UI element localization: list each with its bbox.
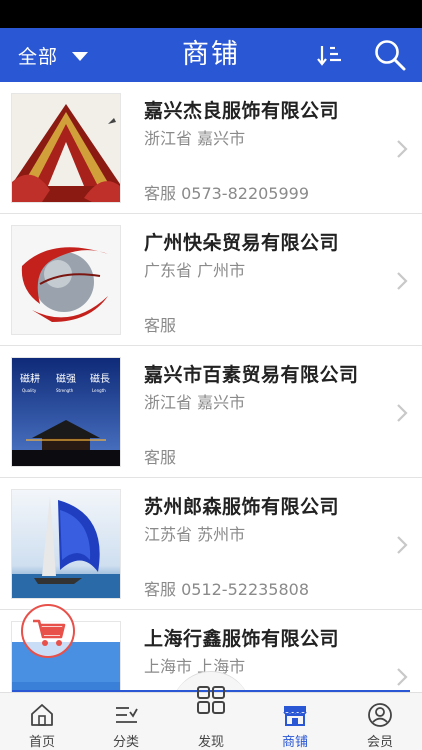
shop-name: 苏州郎森服饰有限公司 xyxy=(144,496,340,518)
tab-label: 发现 xyxy=(197,735,224,750)
shop-list-item[interactable]: 磁耕 磁强 磁長 Quality Strength Length 嘉兴市百素贸易… xyxy=(0,346,422,478)
chevron-right-icon xyxy=(397,668,408,686)
tab-shops[interactable]: 商铺 xyxy=(253,693,337,750)
thumb-text: 磁耕 xyxy=(20,372,40,385)
shop-icon xyxy=(283,706,307,726)
caret-down-icon xyxy=(72,51,89,61)
thumb-text: Length xyxy=(92,388,106,393)
region-filter-dropdown[interactable]: 全部 xyxy=(18,28,89,82)
shop-list-item[interactable]: 苏州郎森服饰有限公司 江苏省 苏州市 客服 0512-52235808 xyxy=(0,478,422,610)
shop-list: 嘉兴杰良服饰有限公司 浙江省 嘉兴市 客服 0573-82205999 广州快朵… xyxy=(0,82,422,692)
thumb-text: Quality xyxy=(22,388,37,393)
search-icon[interactable] xyxy=(373,38,407,72)
shop-location: 江苏省 苏州市 xyxy=(144,525,246,544)
thumb-text: Strength xyxy=(56,388,74,393)
shop-location: 浙江省 嘉兴市 xyxy=(144,129,246,148)
thumb-text: 磁强 xyxy=(56,372,76,385)
tab-label: 首页 xyxy=(28,735,55,750)
shop-service-phone[interactable]: 客服 xyxy=(144,312,176,336)
shop-thumbnail xyxy=(11,489,121,599)
shop-location: 浙江省 嘉兴市 xyxy=(144,393,246,412)
tab-discover[interactable]: 发现 xyxy=(169,686,253,750)
grid-icon xyxy=(197,686,225,714)
shop-list-item[interactable]: 广州快朵贸易有限公司 广东省 广州市 客服 xyxy=(0,214,422,346)
member-icon xyxy=(368,703,392,727)
shop-thumbnail: 磁耕 磁强 磁長 Quality Strength Length xyxy=(11,357,121,467)
shop-service-phone[interactable]: 客服 0573-82205999 xyxy=(144,180,309,204)
tab-label: 分类 xyxy=(112,735,139,750)
shop-service-phone[interactable]: 客服 0512-52235808 xyxy=(144,576,309,600)
home-icon xyxy=(31,704,53,726)
shop-list-item[interactable]: 嘉兴杰良服饰有限公司 浙江省 嘉兴市 客服 0573-82205999 xyxy=(0,82,422,214)
chevron-right-icon xyxy=(397,272,408,290)
top-navbar: 全部 商铺 xyxy=(0,28,422,82)
tab-label: 会员 xyxy=(366,735,393,750)
status-bar xyxy=(0,0,422,28)
category-icon xyxy=(116,707,138,723)
chevron-right-icon xyxy=(397,140,408,158)
chevron-right-icon xyxy=(397,536,408,554)
shop-name: 广州快朵贸易有限公司 xyxy=(144,232,340,254)
tab-member[interactable]: 会员 xyxy=(338,693,422,750)
shop-thumbnail xyxy=(11,93,121,203)
cart-icon xyxy=(33,619,66,646)
shop-name: 嘉兴市百素贸易有限公司 xyxy=(144,364,359,386)
sort-icon[interactable] xyxy=(316,41,344,69)
thumb-text: 磁長 xyxy=(90,372,110,385)
chevron-right-icon xyxy=(397,404,408,422)
shop-service-phone[interactable]: 客服 xyxy=(144,444,176,468)
tab-label: 商铺 xyxy=(281,735,308,750)
shop-location: 广东省 广州市 xyxy=(144,261,246,280)
tab-home[interactable]: 首页 xyxy=(0,693,84,750)
shop-name: 上海行鑫服饰有限公司 xyxy=(144,628,340,650)
shop-name: 嘉兴杰良服饰有限公司 xyxy=(144,100,340,122)
region-filter-label: 全部 xyxy=(18,45,59,68)
floating-cart-button[interactable] xyxy=(21,604,75,658)
bottom-tab-bar: 首页 分类 发现 商铺 会员 xyxy=(0,686,422,750)
tab-category[interactable]: 分类 xyxy=(84,693,168,750)
shop-thumbnail xyxy=(11,225,121,335)
